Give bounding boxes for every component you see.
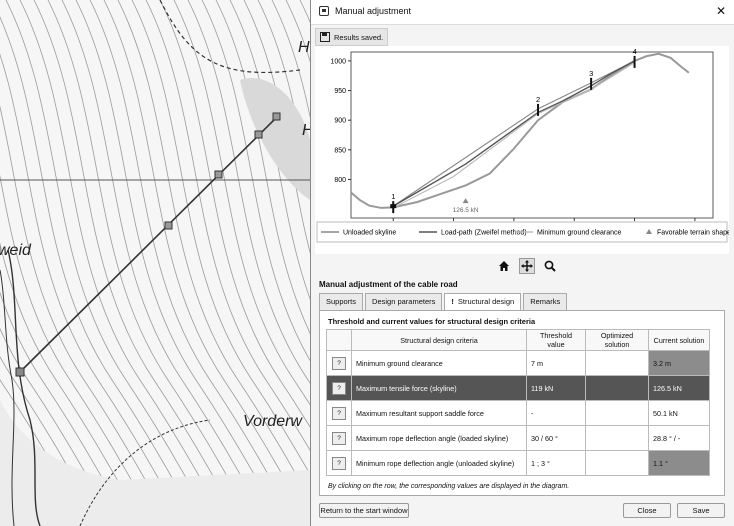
criteria-table: Structural design criteria Threshold val… xyxy=(326,329,710,476)
zoom-icon[interactable] xyxy=(543,259,557,273)
close-button[interactable]: Close xyxy=(623,503,671,518)
table-note: By clicking on the row, the correspondin… xyxy=(328,483,570,490)
support-label: 4 xyxy=(633,47,637,56)
section-title: Manual adjustment of the cable road xyxy=(319,280,458,289)
map-support-marker xyxy=(164,221,173,230)
table-row[interactable]: ? Maximum resultant support saddle force… xyxy=(326,400,710,426)
pan-icon[interactable] xyxy=(519,258,535,274)
table-header-row: Structural design criteria Threshold val… xyxy=(326,329,710,351)
criteria-cell: Minimum rope deflection angle (unloaded … xyxy=(351,450,527,476)
current-cell: 126.5 kN xyxy=(648,375,710,401)
table-row[interactable]: ? Minimum ground clearance 7 m 3.2 m xyxy=(326,350,710,376)
panel-title: Threshold and current values for structu… xyxy=(328,317,536,326)
legend-label: Minimum ground clearance xyxy=(537,230,622,237)
help-button[interactable]: ? xyxy=(332,431,346,445)
tab-label: Structural design xyxy=(457,297,515,306)
optimized-cell xyxy=(585,450,649,476)
header-help xyxy=(326,329,352,351)
y-tick-label: 800 xyxy=(334,177,346,184)
optimized-cell xyxy=(585,350,649,376)
current-cell: 50.1 kN xyxy=(648,400,710,426)
y-tick-label: 1000 xyxy=(330,58,346,65)
header-optimized: Optimized solution xyxy=(585,329,649,351)
tab-design-parameters[interactable]: Design parameters xyxy=(365,293,443,310)
map-support-marker xyxy=(15,367,25,377)
current-cell: 1.1 ° xyxy=(648,450,710,476)
tab-supports[interactable]: Supports xyxy=(319,293,364,310)
map-label-h1: H xyxy=(298,39,310,56)
tab-structural-design[interactable]: ! Structural design xyxy=(444,293,522,311)
structural-design-panel: Threshold and current values for structu… xyxy=(319,310,725,496)
map-support-marker xyxy=(214,170,223,179)
close-window-button[interactable]: ✕ xyxy=(716,4,726,18)
y-tick-label: 950 xyxy=(334,88,346,95)
legend-label: Load-path (Zweifel method) xyxy=(441,230,527,237)
y-tick-label: 900 xyxy=(334,118,346,125)
threshold-cell: 7 m xyxy=(526,350,586,376)
profile-chart-svg[interactable]: 010020030040050080085090095010001234126.… xyxy=(315,46,731,254)
criteria-cell: Minimum ground clearance xyxy=(351,350,527,376)
plot-area xyxy=(350,51,714,219)
home-icon[interactable] xyxy=(497,259,511,273)
map-label-weid: weid xyxy=(0,242,32,259)
tab-label: Remarks xyxy=(530,297,561,306)
profile-chart[interactable]: 010020030040050080085090095010001234126.… xyxy=(315,46,731,254)
threshold-cell: - xyxy=(526,400,586,426)
threshold-cell: 30 / 60 ° xyxy=(526,425,586,451)
criteria-cell: Maximum resultant support saddle force xyxy=(351,400,527,426)
current-cell: 3.2 m xyxy=(648,350,710,376)
manual-adjustment-window: Manual adjustment ✕ Results saved. 01002… xyxy=(310,0,734,526)
help-button[interactable]: ? xyxy=(332,406,346,420)
header-current: Current solution xyxy=(648,329,710,351)
save-status-text: Results saved. xyxy=(334,32,384,42)
tab-remarks[interactable]: Remarks xyxy=(523,293,568,310)
header-threshold: Threshold value xyxy=(526,329,586,351)
tab-label: Design parameters xyxy=(372,297,436,306)
threshold-cell: 119 kN xyxy=(526,375,586,401)
map-label-vorderw: Vorderw xyxy=(243,413,303,430)
tab-bar: Supports Design parameters ! Structural d… xyxy=(319,293,569,311)
chart-nav-tools xyxy=(497,258,557,274)
window-title: Manual adjustment xyxy=(335,6,412,16)
title-bar: Manual adjustment ✕ xyxy=(311,0,734,25)
table-row[interactable]: ? Maximum rope deflection angle (loaded … xyxy=(326,425,710,451)
map-support-marker xyxy=(272,112,281,121)
optimized-cell xyxy=(585,425,649,451)
save-status-toolbar[interactable]: Results saved. xyxy=(315,28,389,46)
criteria-cell: Maximum tensile force (skyline) xyxy=(351,375,527,401)
save-icon[interactable] xyxy=(320,32,330,42)
warning-icon: ! xyxy=(451,297,454,306)
annotation-label: 126.5 kN xyxy=(453,207,479,214)
legend-label: Favorable terrain shape xyxy=(657,230,729,237)
return-start-window-button[interactable]: Return to the start window xyxy=(319,503,409,518)
map-support-marker xyxy=(254,130,263,139)
criteria-cell: Maximum rope deflection angle (loaded sk… xyxy=(351,425,527,451)
legend-label: Unloaded skyline xyxy=(343,230,396,237)
y-tick-label: 850 xyxy=(334,147,346,154)
help-button[interactable]: ? xyxy=(332,356,346,370)
support-label: 2 xyxy=(536,95,540,104)
help-button[interactable]: ? xyxy=(332,381,346,395)
window-app-icon xyxy=(319,6,329,16)
save-button[interactable]: Save xyxy=(677,503,725,518)
threshold-cell: 1 ; 3 ° xyxy=(526,450,586,476)
optimized-cell xyxy=(585,400,649,426)
help-button[interactable]: ? xyxy=(332,456,346,470)
anchor-marker xyxy=(390,204,397,209)
support-label: 3 xyxy=(589,69,593,78)
table-row[interactable]: ? Minimum rope deflection angle (unloade… xyxy=(326,450,710,476)
optimized-cell xyxy=(585,375,649,401)
current-cell: 28.8 ° / - xyxy=(648,425,710,451)
support-label: 1 xyxy=(391,192,395,201)
header-criteria: Structural design criteria xyxy=(351,329,527,351)
table-row[interactable]: ? Maximum tensile force (skyline) 119 kN… xyxy=(326,375,710,401)
tab-label: Supports xyxy=(326,297,357,306)
